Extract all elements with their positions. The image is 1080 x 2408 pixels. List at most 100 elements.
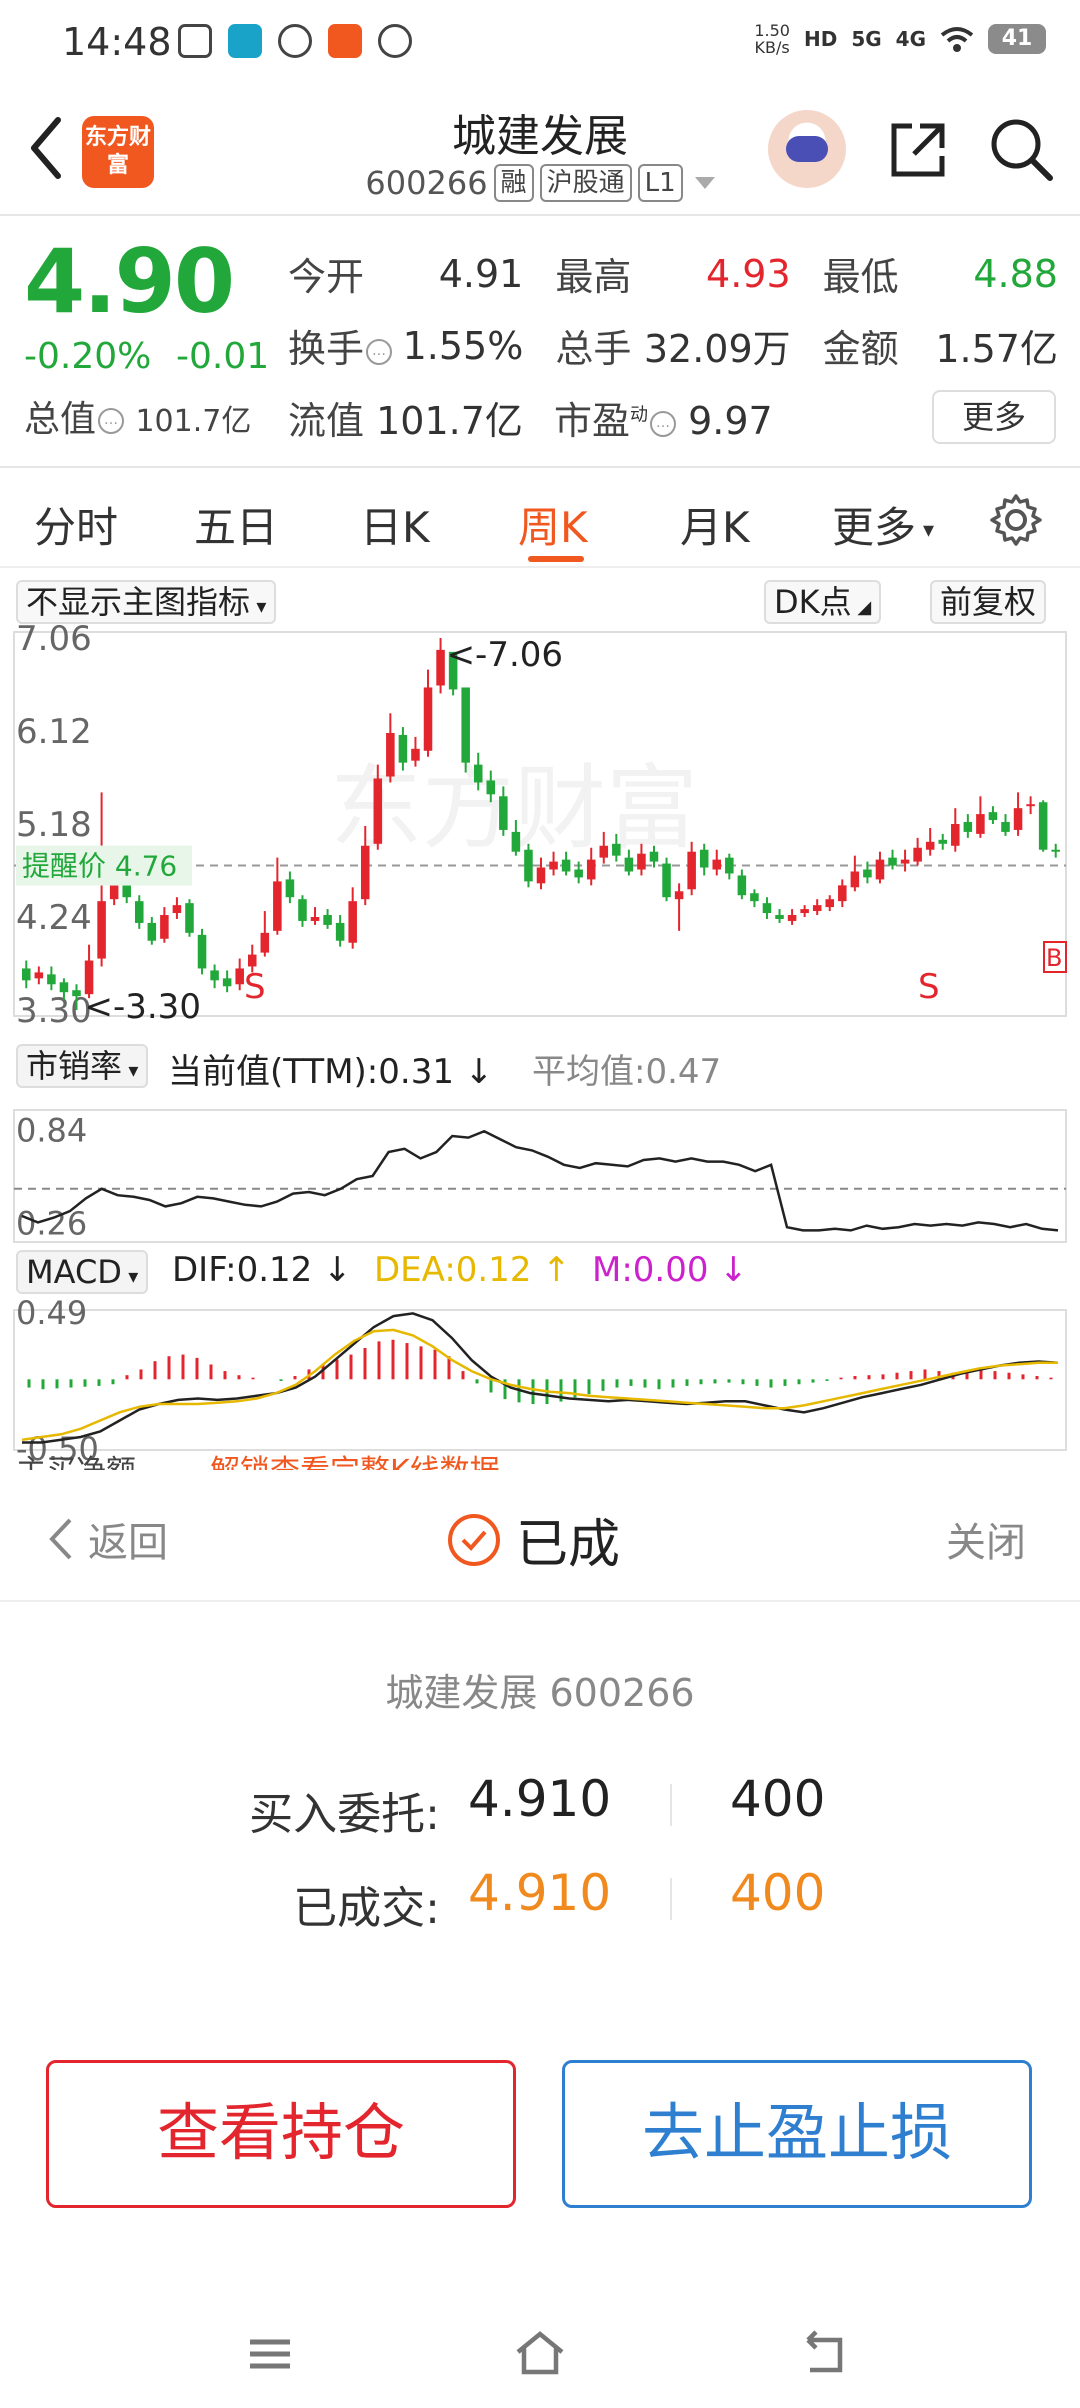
dk-point-toggle[interactable]: DK点 ◢	[764, 580, 882, 624]
chart-markers: 提醒价 4.76 <-7.06 <-3.30 S S B	[16, 635, 1067, 1027]
candle-body	[210, 970, 219, 981]
adjust-select[interactable]: 前复权	[930, 580, 1047, 624]
ps-chart: 0.84 0.26	[14, 1112, 1066, 1242]
filled-qty: 400	[730, 1864, 826, 1922]
candle-body	[499, 796, 508, 830]
ps-average-value: 平均值:0.47	[532, 1052, 722, 1092]
total-value: 101.7亿	[135, 404, 252, 439]
candle-body	[612, 843, 621, 856]
candle-body	[59, 982, 69, 993]
macd-dea-line	[21, 1328, 1058, 1442]
high-label: 最高	[555, 255, 632, 299]
candle-body	[963, 822, 973, 832]
candle-body	[398, 734, 408, 763]
stop-profit-loss-button[interactable]: 去止盈止损	[562, 2060, 1032, 2208]
ps-indicator-select[interactable]: 市销率 ▾	[16, 1044, 149, 1088]
stock-header: 东方财富 城建发展 600266 融 沪股通 L1	[0, 86, 1080, 216]
sheet-back-button[interactable]: 返回	[44, 1510, 168, 1568]
candle-body	[863, 869, 872, 878]
candle-body	[951, 824, 960, 846]
status-time: 14:48	[62, 20, 172, 64]
app-notification-icon	[378, 24, 412, 58]
volume-label: 总手	[555, 327, 632, 371]
candle-body	[825, 899, 835, 908]
dropdown-icon[interactable]	[694, 177, 715, 189]
quote-panel: 4.90 -0.20% -0.01 今开 4.91 最高 4.93 最低 4.88 换…	[0, 218, 1080, 468]
tab-week-k[interactable]: 周K	[518, 494, 588, 555]
entrust-qty: 400	[730, 1770, 826, 1828]
unlock-kline-link[interactable]: 解锁查看完整K线数据	[210, 1446, 500, 1470]
candle-body	[1051, 849, 1060, 852]
assistant-robot-icon[interactable]	[768, 110, 846, 188]
volume-value: 32.09万	[643, 327, 791, 371]
candle-body	[838, 885, 847, 902]
battery-icon: 41	[988, 24, 1046, 54]
kline-chart-area[interactable]: 不显示主图指标 ▾ DK点 ◢ 前复权 东方财富 7.06 6.12 5.18 4.2…	[0, 570, 1080, 1470]
search-icon[interactable]	[986, 114, 1056, 184]
back-nav-icon[interactable]	[796, 2326, 852, 2382]
kline-chart[interactable]: 东方财富 7.066.125.184.243.30 提醒价 4.76<-7.06…	[0, 570, 1080, 1470]
macd-m-value: M:0.00 ↓	[592, 1250, 748, 1290]
sheet-close-button[interactable]: 关闭	[946, 1510, 1026, 1568]
candle-body	[913, 847, 922, 862]
order-filled-row: 已成交: 4.910 400	[0, 1864, 1080, 1934]
macd-indicator-select[interactable]: MACD ▾	[16, 1250, 149, 1294]
tab-minute[interactable]: 分时	[34, 494, 118, 555]
open-label: 今开	[288, 255, 365, 299]
gear-icon[interactable]	[988, 492, 1044, 548]
quote-row-1: 今开 4.91 最高 4.93 最低 4.88	[288, 246, 1058, 301]
main-indicator-select[interactable]: 不显示主图指标 ▾	[16, 580, 277, 624]
candle-body	[147, 922, 157, 941]
share-icon[interactable]	[884, 116, 952, 184]
candle-body	[335, 922, 345, 941]
divider	[670, 1878, 672, 1920]
order-entrust-row: 买入委托: 4.910 400	[0, 1770, 1080, 1840]
candle-body	[750, 893, 759, 902]
back-chevron-icon	[49, 1518, 72, 1560]
order-result-sheet: 返回 已成 关闭 城建发展 600266 买入委托: 4.910 400 已成交…	[0, 1470, 1080, 2408]
tag-connect: 沪股通	[539, 164, 632, 202]
candle-body	[22, 968, 31, 981]
home-icon[interactable]	[512, 2326, 568, 2382]
candle-body	[511, 831, 521, 852]
info-icon[interactable]: …	[366, 338, 393, 365]
tab-month-k[interactable]: 月K	[680, 494, 750, 555]
signal-4g-icon: 4G	[895, 27, 926, 51]
candle-body	[850, 871, 860, 888]
turnover-label: 换手…	[288, 318, 393, 373]
buy-signal-badge	[1043, 941, 1067, 973]
more-quote-button[interactable]: 更多	[932, 390, 1056, 444]
candle-body	[712, 859, 722, 870]
price-axis-label: 5.18	[16, 805, 92, 845]
macd-dif-value: DIF:0.12 ↓	[172, 1250, 352, 1290]
candle-body	[34, 972, 44, 979]
candle-body	[47, 974, 56, 985]
amount-label: 金额	[822, 327, 899, 371]
candle-body	[674, 891, 684, 900]
candle-body	[348, 901, 357, 943]
candle-body	[298, 899, 307, 921]
pe-sup: 动	[630, 404, 649, 426]
view-position-button[interactable]: 查看持仓	[46, 2060, 516, 2208]
macd-chart: 0.49-0.50	[16, 1294, 1059, 1468]
menu-icon[interactable]	[242, 2326, 298, 2382]
tag-level: L1	[637, 164, 683, 202]
tab-five-day[interactable]: 五日	[194, 494, 278, 555]
candle-body	[737, 875, 747, 896]
tab-day-k[interactable]: 日K	[360, 494, 430, 555]
candle-body	[235, 968, 244, 985]
candle-body	[109, 883, 119, 900]
low-label: 最低	[822, 255, 899, 299]
tab-more[interactable]: 更多 ▾	[832, 494, 934, 555]
candle-body	[536, 867, 546, 884]
candle-body	[84, 960, 94, 995]
ps-current-value: 当前值(TTM):0.31 ↓	[168, 1052, 494, 1092]
alert-price-badge	[16, 845, 192, 886]
candle-body	[549, 861, 558, 870]
low-value: 4.88	[973, 251, 1058, 296]
quote-row-3: 流值 101.7亿 市盈动… 9.97	[288, 390, 788, 445]
app-notification-icon	[228, 24, 262, 58]
info-icon[interactable]: …	[98, 408, 125, 434]
info-icon[interactable]: …	[650, 410, 677, 437]
app-notification-icon	[328, 24, 362, 58]
